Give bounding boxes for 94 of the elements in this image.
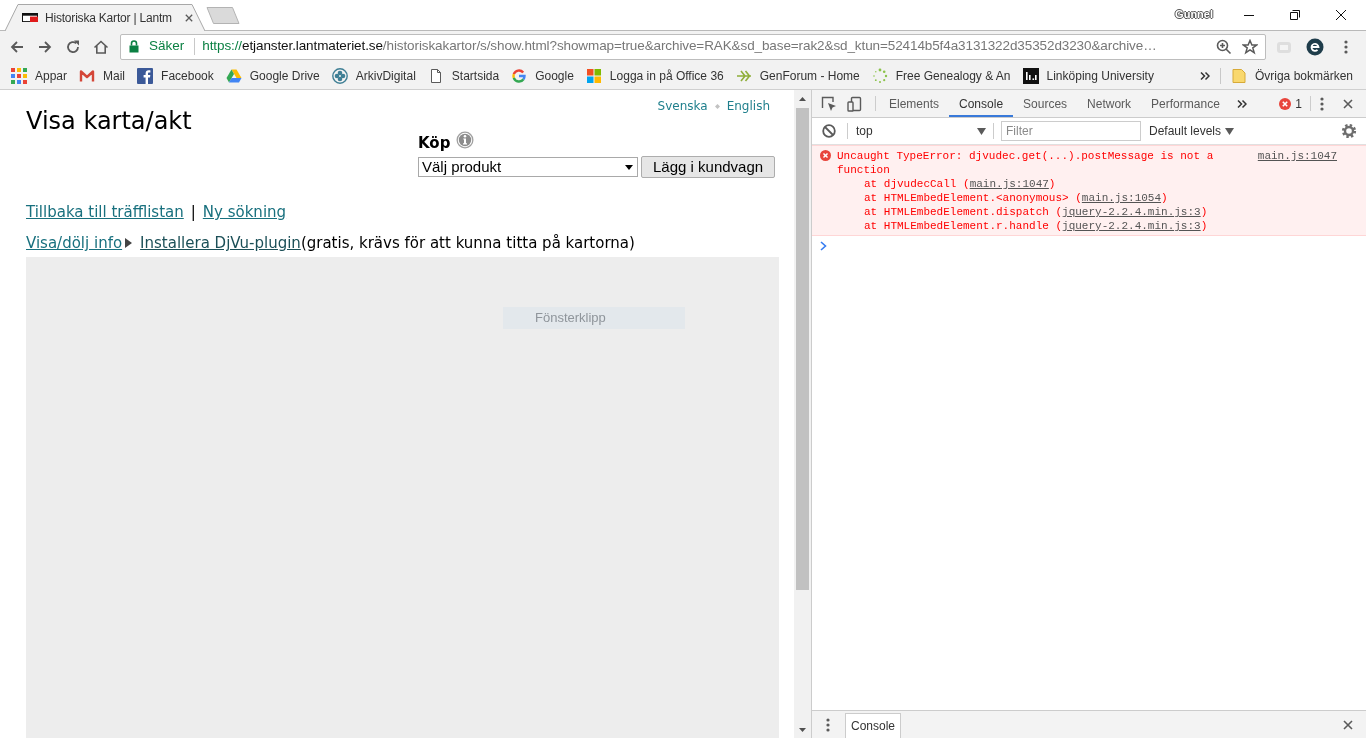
- expand-triangle-icon[interactable]: [125, 238, 133, 248]
- bookmark-button[interactable]: Linköping University: [1016, 63, 1160, 88]
- square-logo-icon: [1022, 67, 1039, 84]
- error-icon: [1279, 97, 1292, 110]
- error-icon: [820, 150, 831, 161]
- bookmark-button[interactable]: ArkivDigital: [325, 63, 422, 88]
- dropdown-caret-icon: [1225, 127, 1235, 135]
- add-to-cart-button[interactable]: Lägg i kundvagn: [641, 156, 776, 178]
- bookmark-button[interactable]: Google: [505, 63, 580, 88]
- close-icon: [1336, 10, 1346, 20]
- devtools-tab[interactable]: Elements: [879, 90, 950, 117]
- stack-trace-line: at HTMLEmbedElement.<anonymous> (main.js:1054): [863, 191, 1169, 205]
- dotted-circle-icon: [871, 67, 888, 84]
- folder-icon: [1231, 67, 1246, 84]
- levels-select[interactable]: Default levels: [1149, 122, 1235, 140]
- link-separator: |: [190, 203, 196, 221]
- device-icon[interactable]: [847, 95, 863, 112]
- source-link[interactable]: jquery-2.2.4.min.js:3: [1062, 206, 1201, 218]
- dropdown-caret-icon: [625, 164, 633, 170]
- plugin-install-note: Installera DjVu-plugin(gratis, krävs för att kunna titta på kartorna): [140, 234, 635, 252]
- back-arrow-icon: [9, 38, 25, 55]
- page-title: Visa karta/akt: [26, 106, 193, 137]
- browser-tab[interactable]: Historiska Kartor | Lantm: [5, 4, 205, 31]
- bookmark-button[interactable]: Facebook: [131, 63, 220, 88]
- close-tab-icon[interactable]: [185, 13, 193, 22]
- stack-trace-line: at HTMLEmbedElement.dispatch (jquery-2.2.4.min.js:3): [863, 205, 1209, 219]
- back-to-results-link[interactable]: Tillbaka till träfflistan: [26, 203, 184, 221]
- bookmark-button[interactable]: Logga in på Office 36: [579, 63, 730, 88]
- separator-diamond-icon: [714, 103, 720, 109]
- zoom-icon[interactable]: [1216, 38, 1232, 55]
- snip-caption: Fönsterklipp: [503, 307, 685, 329]
- error-count-button[interactable]: 1: [1275, 90, 1306, 117]
- bookmark-star-icon[interactable]: [1242, 38, 1258, 55]
- f-square-icon: [137, 67, 154, 84]
- bookmark-button[interactable]: GenForum - Home: [729, 63, 866, 88]
- other-bookmarks-button[interactable]: Övriga bokmärken: [1226, 63, 1358, 88]
- scroll-thumb[interactable]: [796, 108, 809, 590]
- plugin-link[interactable]: Installera DjVu-plugin: [140, 234, 301, 252]
- inspect-icon[interactable]: [821, 95, 837, 112]
- double-chevron-icon[interactable]: [1199, 70, 1210, 81]
- product-select[interactable]: Välj produkt: [418, 157, 638, 177]
- home-icon: [93, 38, 109, 55]
- language-link[interactable]: English: [726, 98, 770, 114]
- apps-grid-icon: [11, 67, 27, 84]
- menu-icon[interactable]: [826, 717, 830, 732]
- source-link[interactable]: main.js:1047: [969, 178, 1049, 190]
- bookmark-button[interactable]: Mail: [73, 63, 132, 88]
- lock-icon: [129, 40, 139, 53]
- double-chevron-icon[interactable]: [1236, 98, 1247, 109]
- drawer-tab[interactable]: Console: [845, 713, 902, 738]
- restore-icon: [1290, 10, 1300, 20]
- profile-button[interactable]: Gunnel: [1175, 8, 1213, 21]
- menu-icon[interactable]: [1320, 96, 1324, 111]
- stack-trace-line: at djvudecCall (main.js:1047): [863, 177, 1057, 191]
- context-select[interactable]: top: [848, 120, 993, 142]
- new-search-link[interactable]: Ny sökning: [202, 203, 287, 221]
- devtools-tab[interactable]: Performance: [1141, 90, 1230, 117]
- dropdown-caret-icon: [977, 127, 986, 135]
- drive-triangle-icon: [225, 67, 242, 84]
- stack-trace-line: at HTMLEmbedElement.r.handle (jquery-2.2.4.min.js:3): [863, 219, 1209, 233]
- bookmark-button[interactable]: Free Genealogy & An: [865, 63, 1017, 88]
- filter-field[interactable]: Filter: [1001, 121, 1141, 141]
- settings-gear-icon[interactable]: [1341, 123, 1357, 139]
- close-icon[interactable]: [1343, 98, 1353, 109]
- down-arrow-icon[interactable]: [799, 727, 806, 732]
- forward-arrow-icon: [37, 38, 53, 55]
- prompt-chevron-icon: [820, 241, 827, 251]
- round-e-icon[interactable]: [1306, 37, 1324, 56]
- info-toggle-link[interactable]: Visa/dölj info: [26, 234, 123, 252]
- mail-icon: [79, 67, 96, 84]
- four-squares-icon: [585, 67, 602, 84]
- reload-icon: [65, 38, 81, 55]
- colored-g-icon: [511, 67, 528, 84]
- source-link[interactable]: main.js:1047: [1257, 149, 1337, 163]
- close-icon[interactable]: [1343, 719, 1353, 730]
- clear-console-icon[interactable]: [822, 124, 836, 138]
- flag-favicon-icon: [22, 13, 38, 22]
- devtools-tab[interactable]: Sources: [1013, 90, 1078, 117]
- menu-icon[interactable]: [1344, 39, 1348, 54]
- bookmark-button[interactable]: Appar: [5, 63, 74, 88]
- address-bar[interactable]: Säker https://etjanster.lantmateriet.se/historiskakartor/s/show.html?showmap=true&archive=RAK&sd_base=rak2&sd_ktun=52414b5f4a3131322d35352d3230&archive…: [120, 33, 1266, 60]
- info-icon[interactable]: [456, 131, 475, 149]
- source-link[interactable]: main.js:1054: [1081, 192, 1162, 204]
- language-link[interactable]: Svenska: [657, 98, 708, 114]
- source-link[interactable]: jquery-2.2.4.min.js:3: [1062, 220, 1201, 232]
- clover-circle-icon: [331, 67, 348, 84]
- bookmark-button[interactable]: Google Drive: [219, 63, 326, 88]
- security-label[interactable]: Säker: [149, 36, 185, 57]
- devtools-tab[interactable]: Console: [949, 90, 1014, 117]
- up-arrow-icon[interactable]: [799, 96, 806, 101]
- purchase-label: Köp: [418, 134, 451, 152]
- url-text[interactable]: https://etjanster.lantmateriet.se/historiskakartor/s/show.html?showmap=true&archive=RAK&sd_base=rak2&sd_ktun=52414b5f4a3131322d35352d3230&archive…: [202, 36, 1210, 57]
- devtools-tab[interactable]: Network: [1077, 90, 1142, 117]
- bookmark-button[interactable]: Startsida: [421, 63, 506, 88]
